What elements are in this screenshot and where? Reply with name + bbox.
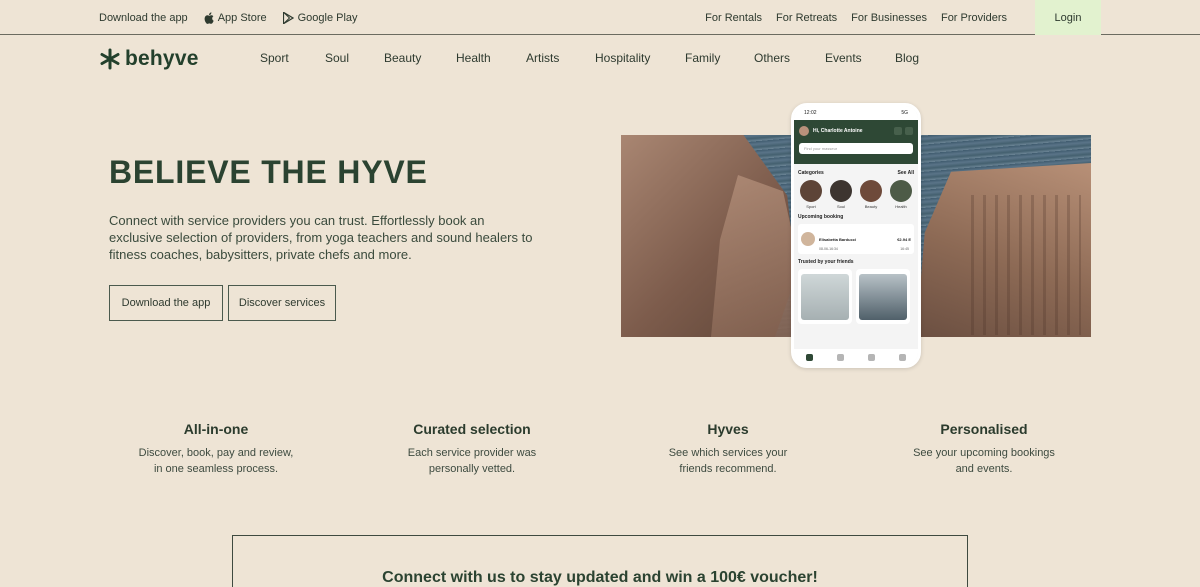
link-for-providers[interactable]: For Providers <box>941 12 1007 24</box>
categories-icon <box>837 353 844 361</box>
feature-personalised: Personalised See your upcoming bookings a… <box>864 421 1104 477</box>
nav-item-sport[interactable]: Sport <box>260 51 325 65</box>
phone-time: 12:02 <box>804 110 817 116</box>
asterisk-logo-icon <box>100 48 120 70</box>
bell-icon <box>894 127 902 135</box>
phone-booking-name: Elisabetta Barducci <box>819 236 857 242</box>
nav-item-blog[interactable]: Blog <box>895 51 935 65</box>
phone-category: Health <box>890 180 912 209</box>
phone-signal: 5G <box>901 110 908 116</box>
phone-friend-card <box>856 269 910 324</box>
link-for-businesses[interactable]: For Businesses <box>851 12 927 24</box>
phone-booking-date: 08-06-16:34 <box>819 247 838 251</box>
avatar <box>801 232 815 246</box>
google-play-label: Google Play <box>297 11 358 24</box>
download-app-button[interactable]: Download the app <box>109 285 223 321</box>
phone-booking-price: €2.94 E <box>897 236 911 242</box>
feature-title: Personalised <box>940 421 1028 437</box>
phone-mockup: 12:02 5G Hi, Charlotte Antoine Find your… <box>791 103 921 368</box>
nav-item-hospitality[interactable]: Hospitality <box>595 51 685 65</box>
nav-item-soul[interactable]: Soul <box>325 51 384 65</box>
nav-item-family[interactable]: Family <box>685 51 754 65</box>
nav-item-artists[interactable]: Artists <box>526 51 595 65</box>
login-button[interactable]: Login <box>1035 0 1101 35</box>
phone-category: Sport <box>800 180 822 209</box>
feature-text: in one seamless process. <box>153 463 279 475</box>
phone-see-all: See All <box>897 170 915 176</box>
phone-upcoming-header: Upcoming booking <box>794 211 918 222</box>
feature-text: personally vetted. <box>428 463 516 475</box>
phone-category: Beauty <box>860 180 882 209</box>
feature-text: See your upcoming bookings <box>913 447 1055 459</box>
nav-item-events[interactable]: Events <box>825 51 895 65</box>
feature-title: All-in-one <box>183 421 249 437</box>
download-app-label: Download the app <box>99 11 188 24</box>
newsletter-box: Connect with us to stay updated and win … <box>232 535 968 587</box>
apple-icon <box>204 11 214 24</box>
phone-categories-label: Categories <box>798 170 824 176</box>
phone-friends-list <box>794 267 918 326</box>
phone-search-input: Find your masseur <box>799 143 913 154</box>
audience-links: For Rentals For Retreats For Businesses … <box>705 0 1200 35</box>
phone-tab-bar <box>794 349 918 365</box>
app-store-link[interactable]: App Store <box>204 12 267 24</box>
hero-description: Connect with service providers you can t… <box>109 213 533 262</box>
feature-text: friends recommend. <box>679 463 777 475</box>
phone-booking-card: Elisabetta Barducci €2.94 E 08-06-16:34 … <box>798 224 914 254</box>
newsletter-title: Connect with us to stay updated and win … <box>382 569 818 586</box>
avatar <box>799 126 809 136</box>
phone-booking-time: 16:45 <box>900 247 909 251</box>
bookings-icon <box>868 353 875 361</box>
feature-title: Hyves <box>707 421 749 437</box>
link-for-rentals[interactable]: For Rentals <box>705 12 762 24</box>
google-play-icon <box>282 11 294 24</box>
phone-friend-card <box>798 269 852 324</box>
nav-item-beauty[interactable]: Beauty <box>384 51 456 65</box>
app-download-links: Download the app App Store Google Play <box>99 0 374 35</box>
feature-text: and events. <box>955 463 1013 475</box>
discover-services-button[interactable]: Discover services <box>228 285 336 321</box>
phone-category-list: Sport Soul Beauty Health <box>794 178 918 211</box>
nav-item-health[interactable]: Health <box>456 51 526 65</box>
brand-logo[interactable]: behyve <box>99 47 199 71</box>
link-for-retreats[interactable]: For Retreats <box>776 12 837 24</box>
phone-categories-header: Categories See All <box>794 164 918 178</box>
feature-curated-selection: Curated selection Each service provider … <box>352 421 592 477</box>
feature-text: See which services your <box>668 447 788 459</box>
phone-header: Hi, Charlotte Antoine Find your masseur <box>794 120 918 164</box>
feature-hyves: Hyves See which services your friends rec… <box>608 421 848 477</box>
phone-status-bar: 12:02 5G <box>794 106 918 120</box>
phone-greeting: Hi, Charlotte Antoine <box>813 128 863 134</box>
feature-title: Curated selection <box>413 421 531 437</box>
more-icon <box>899 353 906 361</box>
phone-category: Soul <box>830 180 852 209</box>
google-play-link[interactable]: Google Play <box>282 11 358 24</box>
top-bar: Download the app App Store Google Play F… <box>0 0 1200 35</box>
feature-text: Discover, book, pay and review, <box>138 447 294 459</box>
feature-all-in-one: All-in-one Discover, book, pay and revie… <box>96 421 336 477</box>
phone-friends-label: Trusted by your friends <box>798 259 854 265</box>
hero-title: BELIEVE THE HYVE <box>109 154 428 190</box>
main-nav: Sport Soul Beauty Health Artists Hospita… <box>260 51 935 65</box>
feature-text: Each service provider was <box>407 447 537 459</box>
mail-icon <box>905 127 913 135</box>
nav-item-others[interactable]: Others <box>754 51 825 65</box>
phone-upcoming-label: Upcoming booking <box>798 214 844 220</box>
app-store-label: App Store <box>217 11 267 24</box>
home-icon <box>806 353 813 361</box>
brand-name: behyve <box>125 47 199 70</box>
phone-friends-header: Trusted by your friends <box>794 256 918 267</box>
